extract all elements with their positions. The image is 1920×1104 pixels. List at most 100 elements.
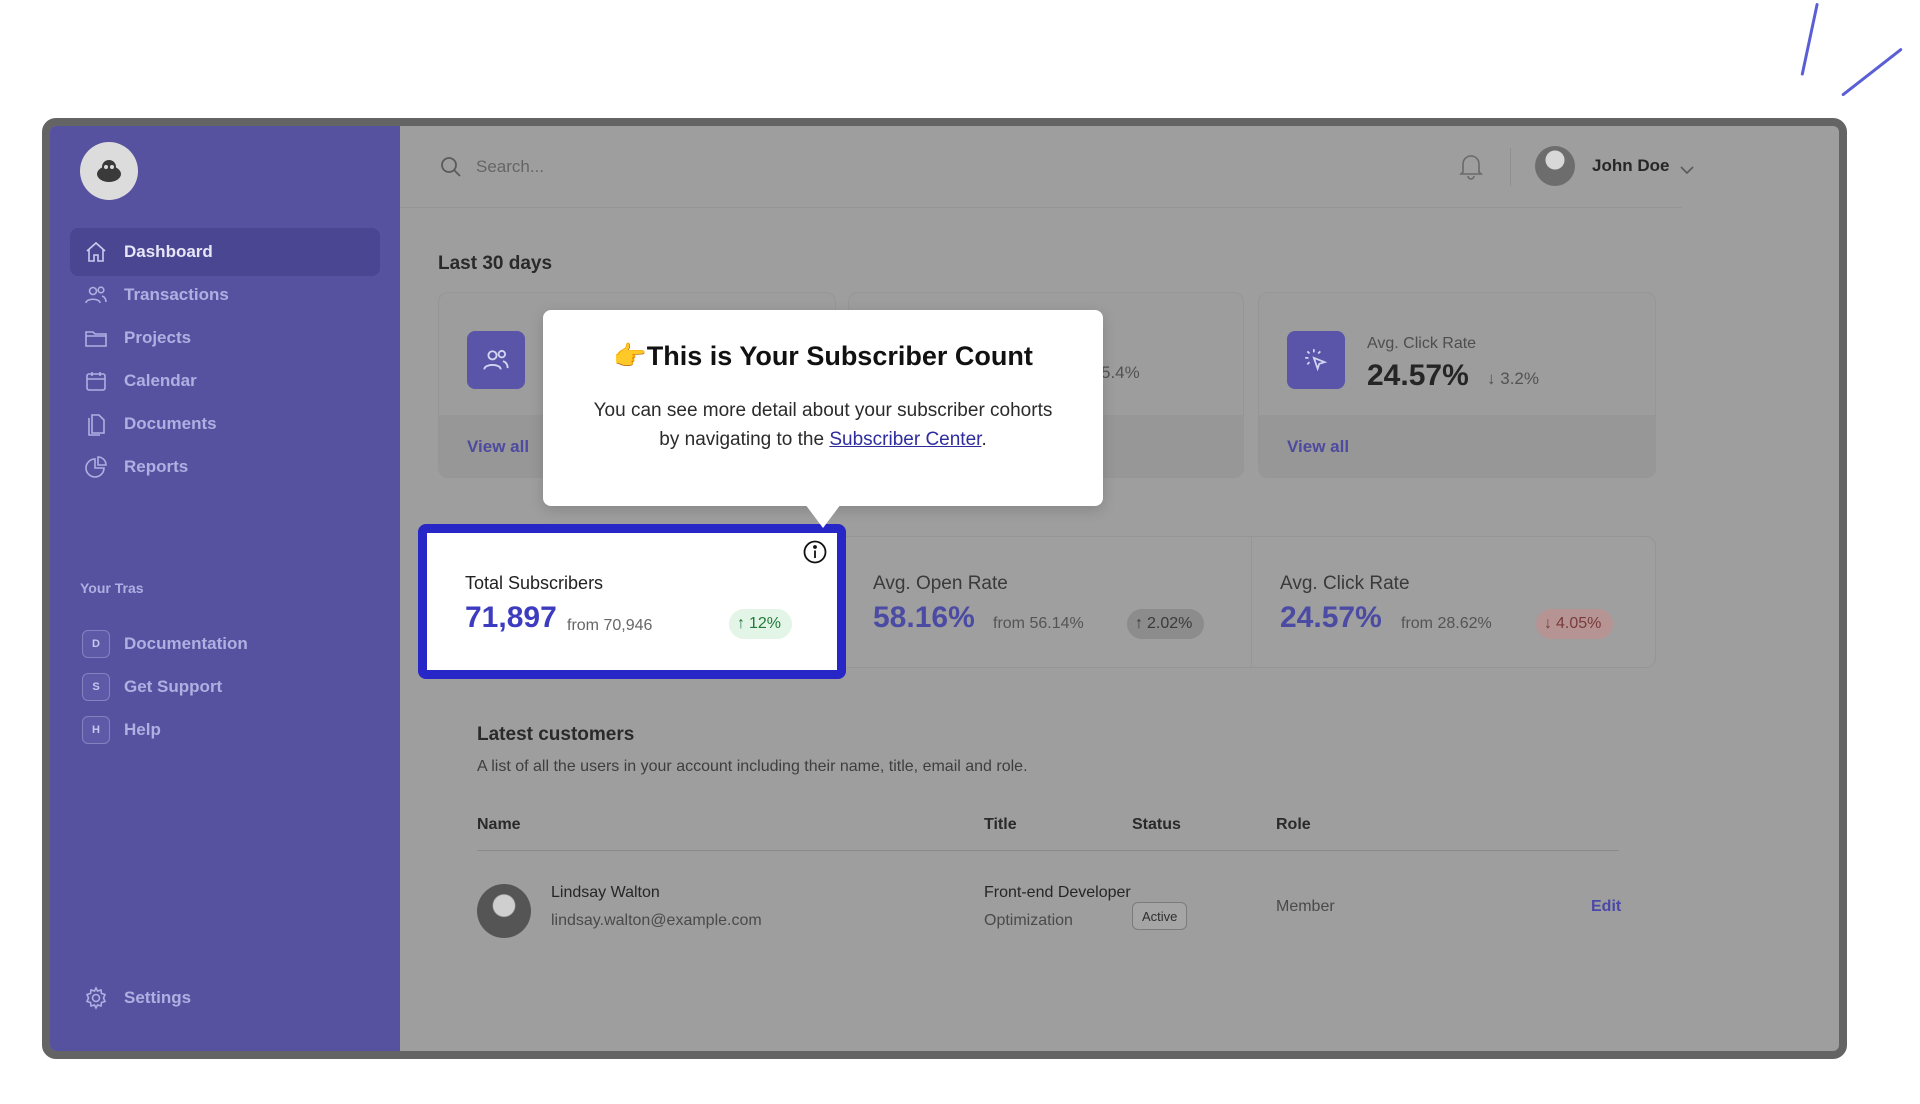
app-window: Dashboard Transactions Projects Calendar… <box>42 118 1847 1059</box>
change-badge: ↑ 12% <box>729 609 793 639</box>
change-value: 12% <box>749 615 782 632</box>
change-badge: ↑ 2.02% <box>1127 609 1205 639</box>
top-bar: John Doe <box>400 126 1694 208</box>
team-initial-badge: H <box>82 716 110 744</box>
main-content: John Doe Last 30 days View all 5.4% Avg.… <box>400 126 1839 1051</box>
chevron-down-icon[interactable] <box>1680 162 1694 180</box>
sidebar-item-label: Reports <box>124 457 189 476</box>
team-item-documentation[interactable]: D Documentation <box>70 620 380 668</box>
tooltip-title: 👉This is Your Subscriber Count <box>543 340 1103 372</box>
tooltip-body: You can see more detail about your subsc… <box>583 396 1063 454</box>
folder-icon <box>82 324 110 352</box>
sidebar-item-documents[interactable]: Documents <box>70 400 380 448</box>
card-change-value: 3.2% <box>1500 369 1539 388</box>
overview-card: Avg. Click Rate 24.57% ↓ 3.2% View all <box>1258 292 1656 478</box>
team-item-label: Documentation <box>124 634 248 653</box>
customer-role: Member <box>1276 898 1335 915</box>
change-value: 2.02% <box>1147 615 1193 632</box>
decorative-stroke <box>1841 47 1903 97</box>
customer-department: Optimization <box>984 912 1073 929</box>
customer-email: lindsay.walton@example.com <box>551 912 762 929</box>
change-value: 4.05% <box>1556 615 1602 632</box>
stat-from: from 70,946 <box>567 617 653 634</box>
bell-icon[interactable] <box>1458 152 1484 185</box>
pointing-hand-icon: 👉 <box>613 341 647 371</box>
decorative-stroke <box>1800 2 1819 76</box>
onboarding-tooltip: 👉This is Your Subscriber Count You can s… <box>543 310 1103 528</box>
sidebar-item-label: Projects <box>124 328 192 347</box>
team-initial-badge: D <box>82 630 110 658</box>
arrow-up-icon: ↑ <box>1135 615 1143 632</box>
stat-from: from 56.14% <box>993 615 1084 632</box>
team-item-get-support[interactable]: S Get Support <box>70 663 380 711</box>
home-icon <box>82 238 110 266</box>
arrow-up-icon: ↑ <box>737 615 745 632</box>
sidebar: Dashboard Transactions Projects Calendar… <box>50 126 400 1051</box>
customer-title: Front-end Developer <box>984 884 1131 901</box>
stat-value: 71,897 <box>465 601 557 634</box>
column-header-name: Name <box>477 816 521 833</box>
table-divider <box>477 850 1619 851</box>
tooltip-title-text: This is Your Subscriber Count <box>646 341 1033 371</box>
customer-avatar <box>477 884 531 938</box>
stat-label: Avg. Click Rate <box>1280 573 1410 594</box>
sidebar-item-label: Settings <box>124 988 192 1007</box>
tooltip-body-end: . <box>981 429 987 450</box>
card-label: Avg. Click Rate <box>1367 335 1477 352</box>
stat-from: from 28.62% <box>1401 615 1492 632</box>
sidebar-item-projects[interactable]: Projects <box>70 314 380 362</box>
column-header-role: Role <box>1276 816 1311 833</box>
card-value-fragment: 5.4% <box>1101 363 1140 382</box>
user-name[interactable]: John Doe <box>1592 156 1669 176</box>
card-change: ↓ 3.2% <box>1487 369 1539 389</box>
sidebar-item-reports[interactable]: Reports <box>70 443 380 491</box>
sidebar-item-label: Calendar <box>124 371 197 390</box>
section-description: A list of all the users in your account … <box>477 758 1028 775</box>
sidebar-item-dashboard[interactable]: Dashboard <box>70 228 380 276</box>
stat-label: Total Subscribers <box>465 573 604 593</box>
edit-link[interactable]: Edit <box>1591 898 1621 916</box>
pie-chart-icon <box>82 453 110 481</box>
highlighted-stat-total-subscribers[interactable]: Total Subscribers 71,897 from 70,946 ↑ 1… <box>418 524 846 679</box>
column-header-status: Status <box>1132 816 1181 833</box>
search-input[interactable] <box>476 152 1076 182</box>
stat-value: 58.16% <box>873 601 975 634</box>
info-icon[interactable] <box>802 539 828 570</box>
sidebar-item-transactions[interactable]: Transactions <box>70 271 380 319</box>
users-icon <box>82 281 110 309</box>
documents-icon <box>82 410 110 438</box>
team-item-label: Get Support <box>124 677 223 696</box>
card-value: 24.57% <box>1367 359 1469 392</box>
sidebar-item-settings[interactable]: Settings <box>70 974 380 1022</box>
stat-value: 24.57% <box>1280 601 1382 634</box>
users-icon <box>467 331 525 389</box>
section-title: Latest customers <box>477 724 635 745</box>
avatar[interactable] <box>1535 146 1575 186</box>
sidebar-item-calendar[interactable]: Calendar <box>70 357 380 405</box>
search-icon <box>440 156 462 183</box>
view-all-link[interactable]: View all <box>467 437 529 457</box>
divider <box>1251 537 1252 667</box>
customer-name: Lindsay Walton <box>551 884 660 901</box>
logo-icon <box>97 160 121 182</box>
calendar-icon <box>82 367 110 395</box>
section-label: Your Tras <box>80 580 144 596</box>
view-all-link[interactable]: View all <box>1287 437 1349 457</box>
sidebar-item-label: Dashboard <box>124 242 213 261</box>
sidebar-item-label: Transactions <box>124 285 229 304</box>
subscriber-center-link[interactable]: Subscriber Center <box>829 429 981 450</box>
stat-label: Avg. Open Rate <box>873 573 1008 594</box>
team-item-label: Help <box>124 720 161 739</box>
period-title: Last 30 days <box>438 253 553 274</box>
tooltip-arrow <box>805 504 841 528</box>
sidebar-item-label: Documents <box>124 414 217 433</box>
cursor-click-icon <box>1287 331 1345 389</box>
column-header-title: Title <box>984 816 1017 833</box>
team-item-help[interactable]: H Help <box>70 706 380 754</box>
gear-icon <box>82 984 110 1012</box>
team-initial-badge: S <box>82 673 110 701</box>
status-badge: Active <box>1132 902 1188 930</box>
app-logo[interactable] <box>80 142 138 200</box>
arrow-down-icon: ↓ <box>1544 615 1552 632</box>
arrow-down-icon: ↓ <box>1487 369 1496 388</box>
